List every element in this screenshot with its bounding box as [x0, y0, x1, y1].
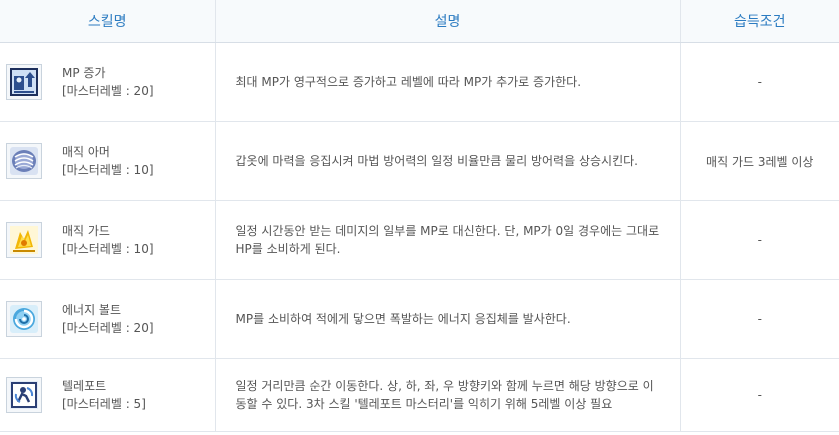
skill-cell: MP 증가 [마스터레벨 : 20] — [0, 42, 216, 122]
skill-master-level: [마스터레벨 : 10] — [62, 163, 154, 177]
magic-armor-icon — [6, 143, 42, 179]
skill-name: 에너지 볼트 — [62, 303, 122, 317]
skill-cell: 텔레포트 [마스터레벨 : 5] — [0, 358, 216, 432]
skill-cell: 매직 가드 [마스터레벨 : 10] — [0, 200, 216, 280]
header-description: 설명 — [215, 0, 681, 43]
table-row: 매직 가드 [마스터레벨 : 10] 일정 시간동안 받는 데미지의 일부를 M… — [0, 200, 839, 280]
skill-name: MP 증가 — [62, 66, 106, 80]
skill-master-level: [마스터레벨 : 5] — [62, 397, 146, 411]
table-row: 텔레포트 [마스터레벨 : 5] 일정 거리만큼 순간 이동한다. 상, 하, … — [0, 358, 839, 432]
magic-guard-icon — [6, 222, 42, 258]
skill-condition: - — [680, 200, 839, 280]
skill-master-level: [마스터레벨 : 20] — [62, 84, 154, 98]
skill-cell: 매직 아머 [마스터레벨 : 10] — [0, 121, 216, 201]
skill-name: 매직 가드 — [62, 224, 110, 238]
mp-increase-icon — [6, 64, 42, 100]
skill-name: 매직 아머 — [62, 145, 110, 159]
table-header-row: 스킬명 설명 습득조건 — [0, 0, 839, 43]
skill-description: MP를 소비하여 적에게 닿으면 폭발하는 에너지 응집체를 발사한다. — [215, 279, 681, 359]
skill-condition: - — [680, 358, 839, 432]
table-row: 에너지 볼트 [마스터레벨 : 20] MP를 소비하여 적에게 닿으면 폭발하… — [0, 279, 839, 359]
table-row: 매직 아머 [마스터레벨 : 10] 갑옷에 마력을 응집시켜 마법 방어력의 … — [0, 121, 839, 201]
header-skill-name: 스킬명 — [0, 0, 216, 43]
skill-master-level: [마스터레벨 : 20] — [62, 321, 154, 335]
skill-description: 일정 시간동안 받는 데미지의 일부를 MP로 대신한다. 단, MP가 0일 … — [215, 200, 681, 280]
skill-description: 일정 거리만큼 순간 이동한다. 상, 하, 좌, 우 방향키와 함께 누르면 … — [215, 358, 681, 432]
energy-bolt-icon — [6, 301, 42, 337]
skill-condition: 매직 가드 3레벨 이상 — [680, 121, 839, 201]
table-row: MP 증가 [마스터레벨 : 20] 최대 MP가 영구적으로 증가하고 레벨에… — [0, 42, 839, 122]
skill-cell: 에너지 볼트 [마스터레벨 : 20] — [0, 279, 216, 359]
skill-table: 스킬명 설명 습득조건 MP 증가 [마스터레벨: 20] 최대 MP가 영구… — [0, 0, 839, 432]
teleport-icon — [6, 377, 42, 413]
skill-condition: - — [680, 279, 839, 359]
skill-condition: - — [680, 42, 839, 122]
skill-master-level: [마스터레벨 : 10] — [62, 242, 154, 256]
skill-name: 텔레포트 — [62, 379, 107, 393]
skill-description: 최대 MP가 영구적으로 증가하고 레벨에 따라 MP가 추가로 증가한다. — [215, 42, 681, 122]
header-acquire-condition: 습득조건 — [680, 0, 839, 43]
skill-description: 갑옷에 마력을 응집시켜 마법 방어력의 일정 비율만큼 물리 방어력을 상승시… — [215, 121, 681, 201]
